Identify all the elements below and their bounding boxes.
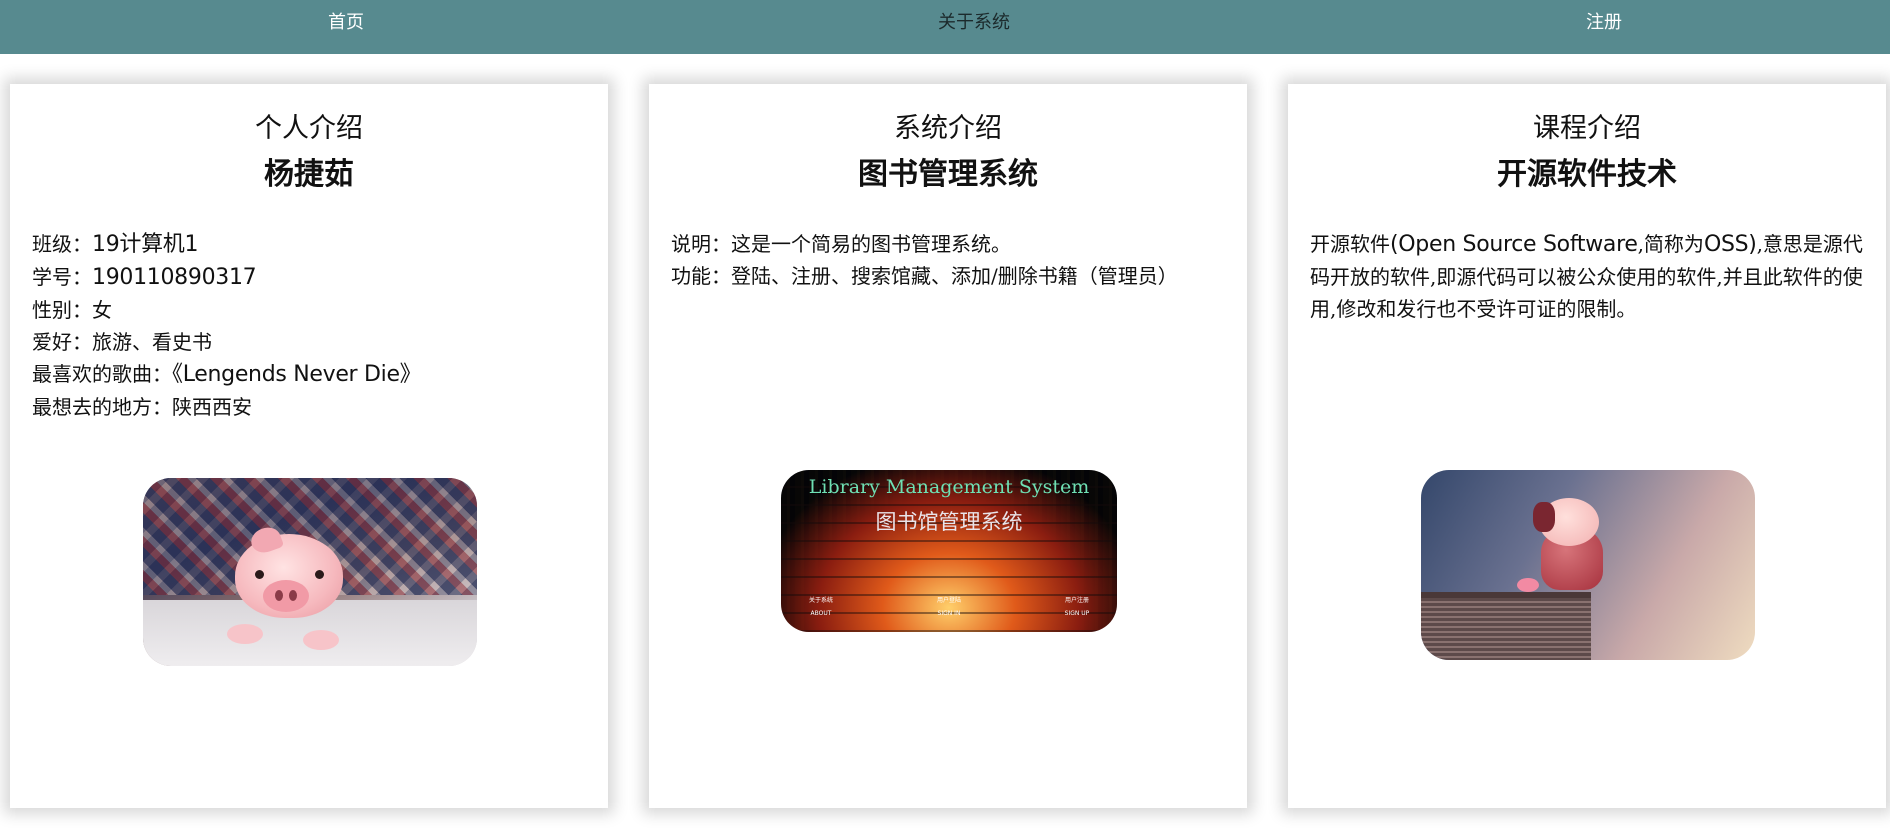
nav-about-link[interactable]: 关于系统	[876, 0, 1072, 46]
link-en-label: SIGN IN	[937, 610, 961, 617]
info-label: 性别：	[32, 298, 92, 322]
link-cn-label: 用户注册	[1064, 597, 1089, 604]
info-value: 陕西西安	[172, 395, 252, 419]
library-signup-link: 用户注册 SIGN UP	[1037, 594, 1117, 620]
info-value: 旅游、看史书	[92, 330, 212, 354]
info-value: 19计算机1	[92, 232, 199, 257]
info-value: 登陆、注册、搜索馆藏、添加/删除书籍（管理员）	[731, 264, 1178, 288]
info-value: 这是一个简易的图书管理系统。	[731, 232, 1011, 256]
library-screenshot-image: Library Management System 图书馆管理系统 关于系统 A…	[781, 470, 1117, 632]
info-label: 学号：	[32, 265, 92, 289]
card-title: 个人介绍	[255, 113, 363, 144]
info-line-hobby: 爱好：旅游、看史书	[32, 326, 588, 358]
library-image-subtitle: 图书馆管理系统	[875, 510, 1023, 534]
info-line-features: 功能：登陆、注册、搜索馆藏、添加/删除书籍（管理员）	[671, 260, 1227, 292]
card-title: 系统介绍	[894, 113, 1002, 144]
desc-text-latin: (Open Source Software	[1390, 232, 1638, 257]
library-about-link: 关于系统 ABOUT	[781, 594, 861, 620]
desc-text-latin: OSS)	[1703, 232, 1757, 257]
link-cn-label: 关于系统	[808, 597, 833, 604]
nav-register-link[interactable]: 注册	[1506, 0, 1702, 46]
info-line-gender: 性别：女	[32, 294, 588, 326]
library-signin-link: 用户登陆 SIGN IN	[909, 594, 989, 620]
info-label: 功能：	[671, 264, 731, 288]
pig-on-book-image	[1421, 470, 1755, 660]
info-line-description: 说明：这是一个简易的图书管理系统。	[671, 228, 1227, 260]
nav-home-link[interactable]: 首页	[248, 0, 444, 46]
info-label: 班级：	[32, 232, 92, 256]
desc-text: ,简称为	[1637, 232, 1704, 256]
card-subtitle: 开源软件技术	[1497, 157, 1677, 192]
link-en-label: ABOUT	[810, 610, 832, 617]
info-label: 最想去的地方：	[32, 395, 172, 419]
card-system-intro: 系统介绍 图书管理系统 说明：这是一个简易的图书管理系统。 功能：登陆、注册、搜…	[649, 84, 1247, 808]
link-cn-label: 用户登陆	[936, 597, 961, 604]
info-value: 190110890317	[92, 265, 257, 290]
card-body: 班级：19计算机1 学号：190110890317 性别：女 爱好：旅游、看史书…	[32, 228, 588, 423]
info-line-student-id: 学号：190110890317	[32, 261, 588, 294]
info-label: 说明：	[671, 232, 731, 256]
link-en-label: SIGN UP	[1064, 610, 1090, 617]
info-value: 《Lengends Never Die》	[172, 362, 422, 387]
card-title: 课程介绍	[1533, 113, 1641, 144]
library-image-title: Library Management System	[808, 476, 1090, 498]
pig-eye-shape	[255, 570, 264, 579]
card-subtitle: 杨捷茹	[264, 157, 354, 192]
headphones-shape	[1533, 502, 1555, 532]
course-description: 开源软件(Open Source Software,简称为OSS),意思是源代码…	[1310, 228, 1866, 325]
card-subtitle: 图书管理系统	[858, 157, 1038, 192]
info-line-favorite-song: 最喜欢的歌曲：《Lengends Never Die》	[32, 358, 588, 391]
card-body: 开源软件(Open Source Software,简称为OSS),意思是源代码…	[1310, 228, 1866, 325]
info-label: 最喜欢的歌曲：	[32, 362, 172, 386]
desc-text: 开源软件	[1310, 232, 1390, 256]
pig-snout-shape	[263, 580, 309, 612]
pig-hoof-shape	[227, 624, 263, 644]
heart-shape	[1517, 578, 1539, 592]
sleeping-pig-image	[143, 478, 477, 666]
pig-eye-shape	[315, 570, 324, 579]
top-nav-bar: 首页 关于系统 注册	[0, 0, 1890, 54]
pig-hoof-shape	[303, 630, 339, 650]
info-label: 爱好：	[32, 330, 92, 354]
info-line-place: 最想去的地方：陕西西安	[32, 391, 588, 423]
book-shape	[1421, 592, 1591, 660]
info-line-class: 班级：19计算机1	[32, 228, 588, 261]
info-value: 女	[92, 298, 112, 322]
card-course-intro: 课程介绍 开源软件技术 开源软件(Open Source Software,简称…	[1288, 84, 1886, 808]
card-personal-intro: 个人介绍 杨捷茹 班级：19计算机1 学号：190110890317 性别：女 …	[10, 84, 608, 808]
card-body: 说明：这是一个简易的图书管理系统。 功能：登陆、注册、搜索馆藏、添加/删除书籍（…	[671, 228, 1227, 292]
